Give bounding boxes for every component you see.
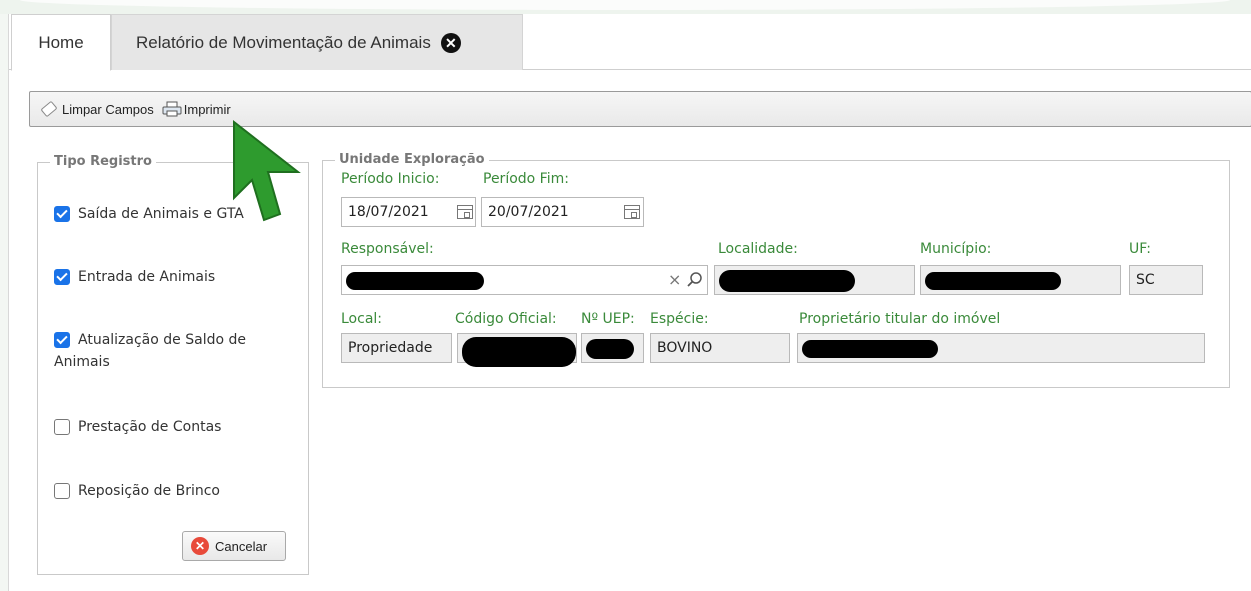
background-swoosh (20, 0, 1230, 10)
option-label: Reposição de Brinco (78, 483, 220, 499)
option-label: Prestação de Contas (78, 419, 222, 435)
print-button[interactable]: Imprimir (162, 101, 231, 117)
localidade-label: Localidade: (718, 241, 798, 257)
printer-icon (162, 101, 182, 117)
especie-input[interactable]: BOVINO (650, 333, 790, 363)
redacted-value (586, 339, 634, 359)
especie-label: Espécie: (650, 311, 709, 327)
clear-fields-label: Limpar Campos (62, 101, 154, 117)
uep-label: Nº UEP: (581, 311, 635, 327)
redacted-value (925, 272, 1061, 290)
redacted-value (802, 340, 938, 358)
tab-home-label: Home (38, 32, 84, 52)
option-label: Saída de Animais e GTA (78, 206, 244, 222)
clear-icon[interactable]: × (668, 270, 681, 289)
periodo-fim-value: 20/07/2021 (488, 204, 569, 220)
responsavel-label: Responsável: (341, 241, 434, 257)
cancel-icon: ✕ (191, 537, 209, 555)
clear-fields-button[interactable]: Limpar Campos (40, 100, 154, 118)
checkbox-entrada-animais[interactable] (54, 269, 70, 285)
proprietario-input[interactable] (797, 333, 1205, 363)
localidade-input[interactable] (714, 265, 915, 295)
periodo-inicio-label: Período Inicio: (341, 171, 440, 187)
periodo-inicio-value: 18/07/2021 (348, 204, 429, 220)
option-reposicao-brinco[interactable]: Reposição de Brinco (54, 480, 220, 502)
uf-value: SC (1136, 272, 1155, 288)
especie-value: BOVINO (657, 340, 713, 356)
uf-input[interactable]: SC (1129, 265, 1203, 295)
pointer-cursor-icon (233, 119, 301, 222)
uep-input[interactable] (581, 333, 644, 363)
checkbox-prestacao-contas[interactable] (54, 419, 70, 435)
option-atualizacao-saldo[interactable]: Atualização de Saldo de Animais (54, 329, 284, 373)
local-value: Propriedade (348, 340, 433, 356)
periodo-inicio-input[interactable]: 18/07/2021 (341, 197, 476, 227)
option-prestacao-contas[interactable]: Prestação de Contas (54, 416, 221, 438)
municipio-input[interactable] (920, 265, 1121, 295)
municipio-label: Município: (920, 241, 992, 257)
responsavel-input[interactable]: × (341, 265, 708, 295)
codigo-oficial-label: Código Oficial: (455, 311, 557, 327)
unidade-exploracao-fieldset: Unidade Exploração Período Inicio: 18/07… (322, 152, 1230, 388)
uf-label: UF: (1129, 241, 1151, 257)
calendar-icon[interactable] (457, 205, 473, 219)
option-entrada-animais[interactable]: Entrada de Animais (54, 266, 215, 288)
tipo-registro-legend: Tipo Registro (50, 154, 156, 169)
local-label: Local: (341, 311, 383, 327)
checkbox-saida-animais[interactable] (54, 206, 70, 222)
unidade-exploracao-legend: Unidade Exploração (335, 152, 489, 167)
cancel-label: Cancelar (215, 538, 268, 554)
redacted-value (719, 270, 855, 292)
redacted-value (346, 272, 484, 290)
option-label: Atualização de Saldo de Animais (54, 332, 246, 370)
option-label: Entrada de Animais (78, 269, 216, 285)
option-saida-animais[interactable]: Saída de Animais e GTA (54, 203, 244, 225)
local-input[interactable]: Propriedade (341, 333, 452, 363)
cancel-button[interactable]: ✕ Cancelar (182, 531, 286, 561)
toolbar: Limpar Campos Imprimir (29, 91, 1251, 127)
tab-relatorio-label: Relatório de Movimentação de Animais (136, 32, 431, 52)
periodo-fim-input[interactable]: 20/07/2021 (481, 197, 644, 227)
page-background-top (0, 0, 1251, 14)
calendar-icon[interactable] (624, 205, 640, 219)
tab-bar: Home Relatório de Movimentação de Animai… (9, 14, 1251, 71)
close-tab-icon[interactable]: ✕ (440, 32, 461, 53)
app-frame: Home Relatório de Movimentação de Animai… (8, 14, 1251, 591)
codigo-oficial-input[interactable] (457, 333, 577, 367)
proprietario-label: Proprietário titular do imóvel (799, 311, 1001, 327)
tab-home[interactable]: Home (11, 14, 111, 71)
search-icon[interactable] (686, 271, 704, 289)
eraser-icon (40, 100, 58, 118)
tab-relatorio[interactable]: Relatório de Movimentação de Animais ✕ (111, 14, 523, 70)
periodo-fim-label: Período Fim: (483, 171, 569, 187)
redacted-value (462, 337, 576, 367)
checkbox-reposicao-brinco[interactable] (54, 483, 70, 499)
